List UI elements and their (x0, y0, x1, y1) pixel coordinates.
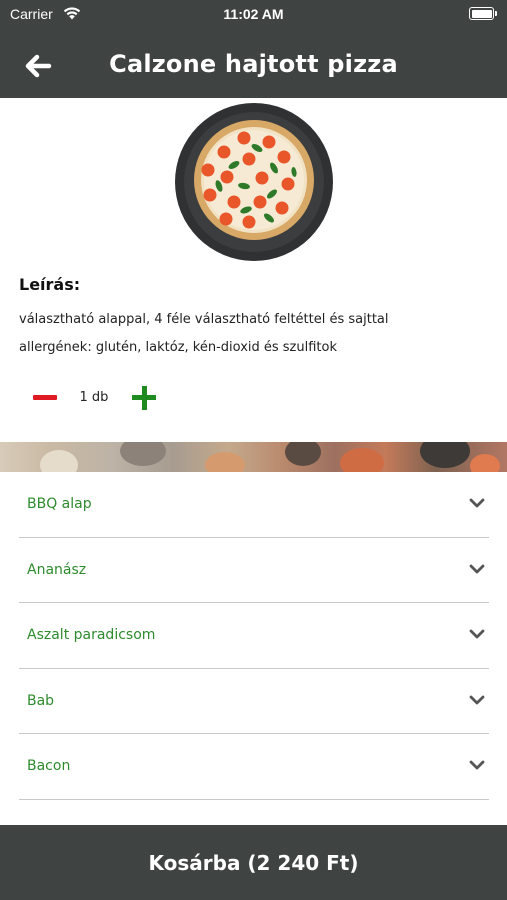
option-label: Ananász (27, 561, 87, 578)
add-to-cart-label: Kosárba (2 240 Ft) (148, 851, 359, 875)
increase-quantity-button[interactable] (130, 384, 158, 412)
app-header: Carrier 11:02 AM Calzone hajtott pizza (0, 0, 507, 98)
description-text: választható alappal, 4 féle választható … (19, 312, 389, 327)
allergen-text: allergének: glutén, laktóz, kén-dioxid é… (19, 340, 337, 355)
option-row-aszalt-paradicsom[interactable]: Aszalt paradicsom (19, 603, 489, 669)
option-row-bab[interactable]: Bab (19, 669, 489, 734)
minus-icon (33, 395, 57, 400)
status-bar: Carrier 11:02 AM (0, 0, 507, 30)
quantity-value: 1 db (79, 390, 109, 405)
chevron-down-icon (469, 498, 485, 508)
chevron-down-icon (469, 695, 485, 704)
option-label: BBQ alap (27, 496, 92, 512)
option-row-bacon[interactable]: Bacon (19, 734, 489, 800)
option-label: Bab (27, 692, 55, 709)
chevron-down-icon (469, 564, 485, 573)
option-row-ananasz[interactable]: Ananász (19, 538, 489, 603)
nav-bar: Calzone hajtott pizza (0, 36, 507, 98)
food-banner-image (0, 442, 507, 472)
status-time: 11:02 AM (223, 6, 284, 22)
chevron-down-icon (469, 629, 485, 639)
page-title: Calzone hajtott pizza (109, 50, 398, 78)
description-heading: Leírás: (19, 275, 81, 294)
option-label: Bacon (27, 758, 71, 774)
chevron-down-icon (469, 760, 485, 770)
option-label: Aszalt paradicsom (27, 627, 156, 643)
options-list: BBQ alap Ananász Aszalt paradicsom Bab B… (19, 472, 489, 800)
decrease-quantity-button[interactable] (31, 386, 59, 410)
pizza-image (175, 103, 333, 261)
option-row-bbq-alap[interactable]: BBQ alap (19, 472, 489, 538)
add-to-cart-button[interactable]: Kosárba (2 240 Ft) (0, 825, 507, 900)
battery-icon (469, 7, 497, 20)
